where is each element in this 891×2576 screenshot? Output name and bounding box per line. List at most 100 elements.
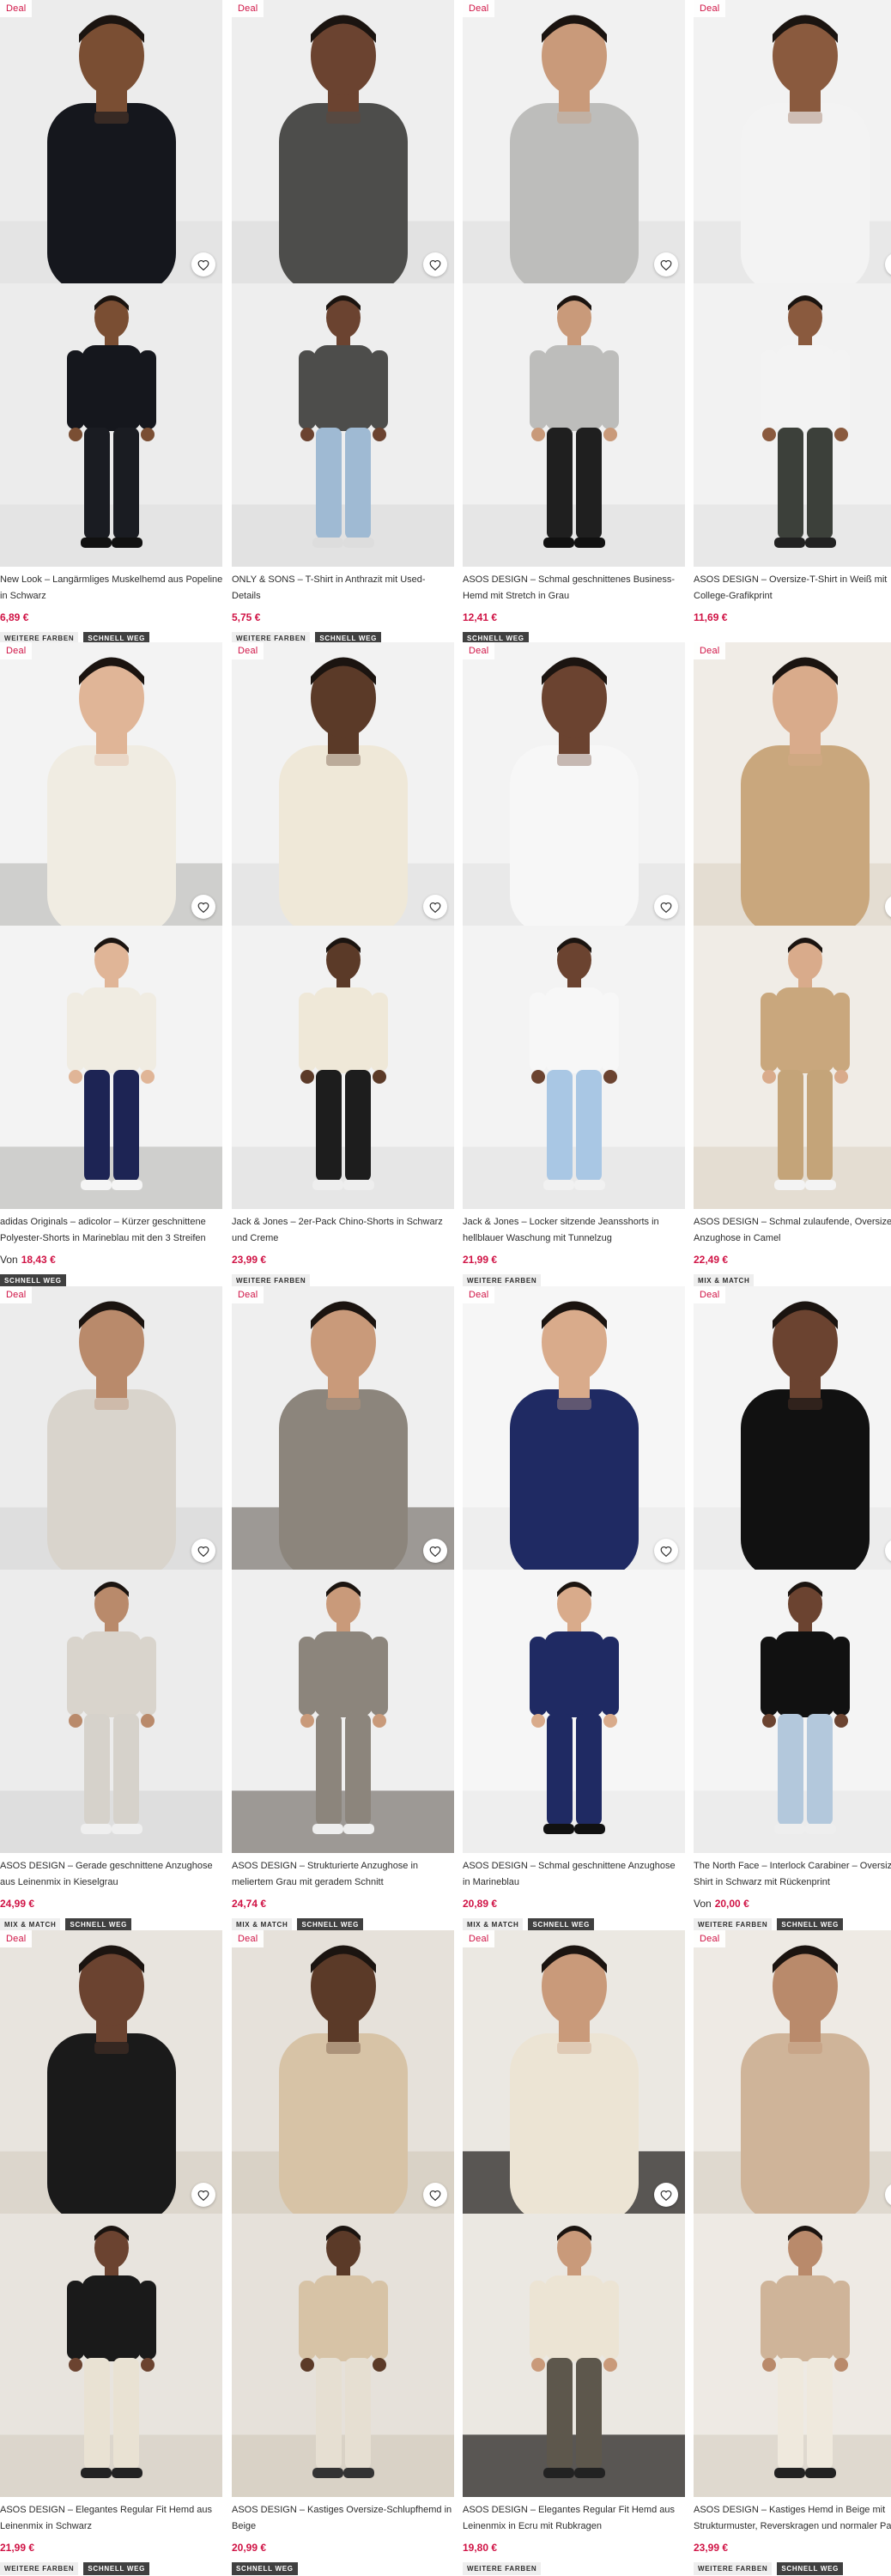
product-image-primary[interactable]: Deal xyxy=(232,1286,454,1570)
product-title-line-1[interactable]: ASOS DESIGN – Kastiges Hemd in Beige mit xyxy=(694,2502,891,2518)
product-image-primary[interactable]: Deal xyxy=(232,1930,454,2214)
product-title-line-1[interactable]: The North Face – Interlock Carabiner – O… xyxy=(694,1858,891,1874)
product-image-primary[interactable]: Deal xyxy=(694,1930,891,2214)
product-card[interactable]: Deal ASOS DESIGN – Schmal zulaufende, Ov… xyxy=(694,642,891,1287)
save-for-later-heart-icon[interactable] xyxy=(191,895,215,919)
product-image-secondary[interactable] xyxy=(232,1570,454,1853)
product-title-line-1[interactable]: ASOS DESIGN – Oversize-T-Shirt in Weiß m… xyxy=(694,572,891,588)
save-for-later-heart-icon[interactable] xyxy=(423,252,447,276)
product-title-line-1[interactable]: ASOS DESIGN – Kastiges Oversize-Schlupfh… xyxy=(232,2502,454,2518)
product-image-secondary[interactable] xyxy=(694,1570,891,1853)
product-title-line-1[interactable]: Jack & Jones – Locker sitzende Jeansshor… xyxy=(463,1214,685,1230)
product-image-primary[interactable]: Deal xyxy=(0,1286,222,1570)
product-title-line-2[interactable]: Leinenmix in Schwarz xyxy=(0,2518,222,2535)
save-for-later-heart-icon[interactable] xyxy=(191,2183,215,2207)
product-title-line-2[interactable]: Strukturmuster, Reverskragen und normale… xyxy=(694,2518,891,2535)
product-title-line-1[interactable]: ASOS DESIGN – Schmal zulaufende, Oversiz… xyxy=(694,1214,891,1230)
product-card[interactable]: Deal ONLY & SONS – T-Shirt in Anthrazit … xyxy=(232,0,454,645)
product-image-secondary[interactable] xyxy=(463,926,685,1209)
save-for-later-heart-icon[interactable] xyxy=(654,2183,678,2207)
product-title-line-2[interactable]: Beige xyxy=(232,2518,454,2535)
product-image-secondary[interactable] xyxy=(463,2214,685,2497)
product-photo-svg xyxy=(232,926,454,1209)
product-title-line-2[interactable]: meliertem Grau mit geradem Schnitt xyxy=(232,1874,454,1891)
product-title-line-1[interactable]: New Look – Langärmliges Muskelhemd aus P… xyxy=(0,572,222,588)
product-card[interactable]: Deal ASOS DESIGN – Kastiges Hemd in Beig… xyxy=(694,1930,891,2575)
product-title-line-2[interactable]: aus Leinenmix in Kieselgrau xyxy=(0,1874,222,1891)
product-image-secondary[interactable] xyxy=(0,1570,222,1853)
product-title-line-1[interactable]: ASOS DESIGN – Elegantes Regular Fit Hemd… xyxy=(463,2502,685,2518)
price-value: 20,89 € xyxy=(463,1898,498,1910)
product-card[interactable]: Deal The North Face – Interlock Carabine… xyxy=(694,1286,891,1931)
product-card[interactable]: Deal Jack & Jones – Locker sitzende Jean… xyxy=(463,642,685,1287)
save-for-later-heart-icon[interactable] xyxy=(423,895,447,919)
product-card[interactable]: Deal New Look – Langärmliges Muskelhemd … xyxy=(0,0,222,645)
product-title-line-2[interactable]: Hemd mit Stretch in Grau xyxy=(463,588,685,605)
product-title-line-2[interactable]: hellblauer Waschung mit Tunnelzug xyxy=(463,1230,685,1247)
product-title-line-2[interactable]: Polyester-Shorts in Marineblau mit den 3… xyxy=(0,1230,222,1247)
save-for-later-heart-icon[interactable] xyxy=(191,252,215,276)
product-card[interactable]: Deal ASOS DESIGN – Schmal geschnittene A… xyxy=(463,1286,685,1931)
product-image-secondary[interactable] xyxy=(232,926,454,1209)
product-title-line-2[interactable]: Shirt in Schwarz mit Rückenprint xyxy=(694,1874,891,1891)
product-title-line-2[interactable]: College-Grafikprint xyxy=(694,588,891,605)
product-image-secondary[interactable] xyxy=(694,2214,891,2497)
product-title-line-2[interactable]: Anzughose in Camel xyxy=(694,1230,891,1247)
save-for-later-heart-icon[interactable] xyxy=(654,1539,678,1563)
product-card[interactable]: Deal ASOS DESIGN – Elegantes Regular Fit… xyxy=(463,1930,685,2575)
save-for-later-heart-icon[interactable] xyxy=(654,895,678,919)
product-card[interactable]: Deal ASOS DESIGN – Elegantes Regular Fit… xyxy=(0,1930,222,2575)
product-image-secondary[interactable] xyxy=(232,2214,454,2497)
product-title-line-1[interactable]: adidas Originals – adicolor – Kürzer ges… xyxy=(0,1214,222,1230)
product-image-primary[interactable]: Deal xyxy=(0,1930,222,2214)
product-card[interactable]: Deal ASOS DESIGN – Gerade geschnittene A… xyxy=(0,1286,222,1931)
price-prefix: Von xyxy=(694,1898,712,1910)
save-for-later-heart-icon[interactable] xyxy=(423,2183,447,2207)
product-image-primary[interactable]: Deal xyxy=(0,642,222,926)
product-title-line-1[interactable]: ASOS DESIGN – Strukturierte Anzughose in xyxy=(232,1858,454,1874)
product-title-line-2[interactable]: Leinenmix in Ecru mit Rubkragen xyxy=(463,2518,685,2535)
product-image-secondary[interactable] xyxy=(463,1570,685,1853)
product-photo-svg xyxy=(232,283,454,567)
product-title-line-1[interactable]: Jack & Jones – 2er-Pack Chino-Shorts in … xyxy=(232,1214,454,1230)
product-title-line-1[interactable]: ONLY & SONS – T-Shirt in Anthrazit mit U… xyxy=(232,572,454,588)
product-image-primary[interactable]: Deal xyxy=(232,642,454,926)
product-card[interactable]: Deal ASOS DESIGN – Oversize-T-Shirt in W… xyxy=(694,0,891,635)
product-card[interactable]: Deal ASOS DESIGN – Schmal geschnittenes … xyxy=(463,0,685,645)
product-title-line-2[interactable]: in Schwarz xyxy=(0,588,222,605)
product-image-primary[interactable]: Deal xyxy=(694,1286,891,1570)
product-badge: SCHNELL WEG xyxy=(777,2562,844,2575)
save-for-later-heart-icon[interactable] xyxy=(191,1539,215,1563)
product-title-line-1[interactable]: ASOS DESIGN – Gerade geschnittene Anzugh… xyxy=(0,1858,222,1874)
product-image-primary[interactable]: Deal xyxy=(0,0,222,283)
product-title-line-1[interactable]: ASOS DESIGN – Schmal geschnittenes Busin… xyxy=(463,572,685,588)
product-image-primary[interactable]: Deal xyxy=(232,0,454,283)
product-image-primary[interactable]: Deal xyxy=(463,1286,685,1570)
product-badges: WEITERE FARBEN SCHNELL WEG xyxy=(694,2562,844,2575)
product-badges: MIX & MATCH SCHNELL WEG xyxy=(463,1918,595,1931)
product-title-line-1[interactable]: ASOS DESIGN – Schmal geschnittene Anzugh… xyxy=(463,1858,685,1874)
product-badge: SCHNELL WEG xyxy=(777,1918,844,1931)
product-image-primary[interactable]: Deal xyxy=(463,1930,685,2214)
save-for-later-heart-icon[interactable] xyxy=(423,1539,447,1563)
save-for-later-heart-icon[interactable] xyxy=(654,252,678,276)
product-title-line-2[interactable]: in Marineblau xyxy=(463,1874,685,1891)
product-card[interactable]: Deal ASOS DESIGN – Strukturierte Anzugho… xyxy=(232,1286,454,1931)
product-image-secondary[interactable] xyxy=(463,283,685,567)
product-title-line-2[interactable]: und Creme xyxy=(232,1230,454,1247)
product-image-primary[interactable]: Deal xyxy=(463,0,685,283)
product-image-secondary[interactable] xyxy=(0,2214,222,2497)
product-image-primary[interactable]: Deal xyxy=(463,642,685,926)
product-card[interactable]: Deal Jack & Jones – 2er-Pack Chino-Short… xyxy=(232,642,454,1287)
product-image-primary[interactable]: Deal xyxy=(694,0,891,283)
product-image-secondary[interactable] xyxy=(694,926,891,1209)
product-card[interactable]: Deal adidas Originals – adicolor – Kürze… xyxy=(0,642,222,1287)
product-image-secondary[interactable] xyxy=(0,283,222,567)
product-image-secondary[interactable] xyxy=(0,926,222,1209)
product-image-secondary[interactable] xyxy=(694,283,891,567)
product-title-line-1[interactable]: ASOS DESIGN – Elegantes Regular Fit Hemd… xyxy=(0,2502,222,2518)
product-title-line-2[interactable]: Details xyxy=(232,588,454,605)
product-image-secondary[interactable] xyxy=(232,283,454,567)
product-card[interactable]: Deal ASOS DESIGN – Kastiges Oversize-Sch… xyxy=(232,1930,454,2575)
product-image-primary[interactable]: Deal xyxy=(694,642,891,926)
